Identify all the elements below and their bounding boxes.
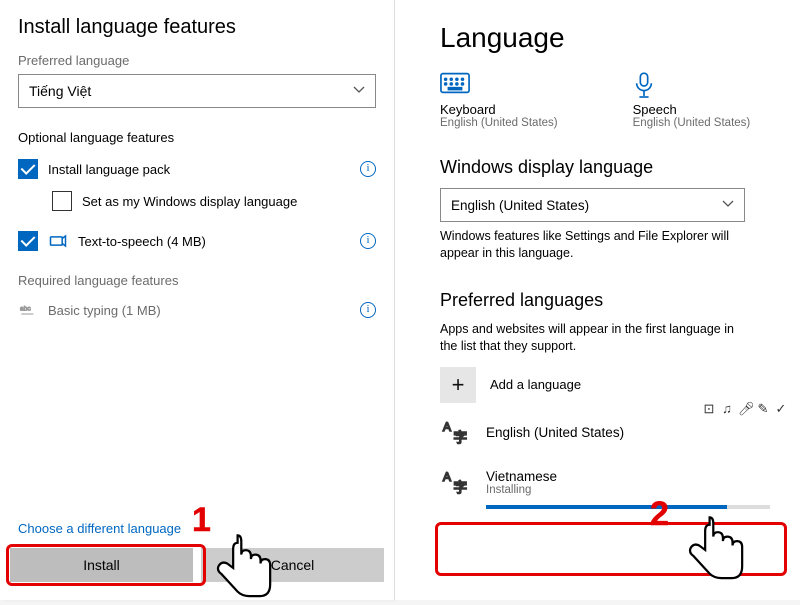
tts-mini-icon: ♫ [720,401,734,417]
preferred-language-label: Preferred language [18,53,376,68]
install-progress-bar [486,505,770,509]
language-settings-panel: Language Keyboard English (United States… [395,0,800,600]
speech-title: Speech [633,102,751,117]
info-icon[interactable]: i [360,233,376,249]
feature-tts-label: Text-to-speech (4 MB) [78,234,376,249]
choose-different-language-link[interactable]: Choose a different language [18,521,181,536]
install-progress-fill [486,505,727,509]
checkbox-language-pack[interactable] [18,159,38,179]
preferred-languages-desc: Apps and websites will appear in the fir… [440,321,750,355]
language-glyph-icon: A字 [440,467,472,499]
language-glyph-icon: A字 [440,417,472,449]
preferred-language-dropdown[interactable]: Tiếng Việt [18,74,376,108]
svg-text:A: A [443,420,452,434]
add-language-label: Add a language [490,377,581,392]
speech-sub: English (United States) [633,117,751,129]
feature-basic-typing: abc Basic typing (1 MB) i [18,294,376,326]
required-features-header: Required language features [18,273,376,288]
callout-number-1: 1 [192,501,211,540]
callout-2-highlight [435,522,787,576]
feature-tts[interactable]: Text-to-speech (4 MB) i [18,225,376,257]
language-name: Vietnamese [486,469,557,484]
typing-mini-icon: ✓ [774,401,788,417]
language-item-vietnamese[interactable]: A字 Vietnamese Installing [440,459,800,507]
language-item-english[interactable]: A字 English (United States) ⊡ ♫ 🎤︎ ✎ ✓ [440,409,800,457]
info-icon[interactable]: i [360,302,376,318]
display-icon: ⊡ [702,401,716,417]
speech-mini-icon: 🎤︎ [738,401,752,417]
chevron-down-icon [722,198,734,213]
svg-text:字: 字 [453,429,467,445]
display-language-value: English (United States) [451,198,589,213]
chevron-down-icon [353,83,365,99]
svg-text:A: A [443,470,452,484]
install-button[interactable]: Install [10,548,193,582]
feature-language-pack[interactable]: Install language pack i [18,153,376,185]
feature-set-display-label: Set as my Windows display language [82,194,376,209]
preferred-language-value: Tiếng Việt [29,83,91,99]
language-status: Installing [486,484,557,496]
checkbox-tts[interactable] [18,231,38,251]
page-title: Language [440,22,800,54]
cancel-button[interactable]: Cancel [201,548,384,582]
info-icon[interactable]: i [360,161,376,177]
keyboard-tile[interactable]: Keyboard English (United States) [440,72,558,129]
display-language-dropdown[interactable]: English (United States) [440,188,745,222]
windows-display-language-header: Windows display language [440,157,800,178]
callout-number-2: 2 [650,495,669,534]
keyboard-sub: English (United States) [440,117,558,129]
feature-language-pack-label: Install language pack [48,162,376,177]
add-language-button[interactable]: + Add a language [440,367,800,403]
language-feature-icons: ⊡ ♫ 🎤︎ ✎ ✓ [702,401,788,417]
panel-title: Install language features [18,16,376,39]
language-name: English (United States) [486,425,624,440]
handwriting-icon: ✎ [756,401,770,417]
speech-tile[interactable]: Speech English (United States) [633,72,751,129]
typing-icon: abc [18,300,38,320]
keyboard-title: Keyboard [440,102,558,117]
plus-icon: + [440,367,476,403]
feature-set-display[interactable]: Set as my Windows display language [18,185,376,217]
svg-text:abc: abc [20,306,31,313]
svg-text:字: 字 [453,479,467,495]
preferred-languages-header: Preferred languages [440,290,800,311]
feature-basic-typing-label: Basic typing (1 MB) [48,303,376,318]
keyboard-icon [440,72,470,96]
microphone-icon [633,72,663,96]
tts-icon [48,231,68,251]
optional-features-header: Optional language features [18,130,376,145]
checkbox-set-display[interactable] [52,191,72,211]
display-language-desc: Windows features like Settings and File … [440,228,750,262]
